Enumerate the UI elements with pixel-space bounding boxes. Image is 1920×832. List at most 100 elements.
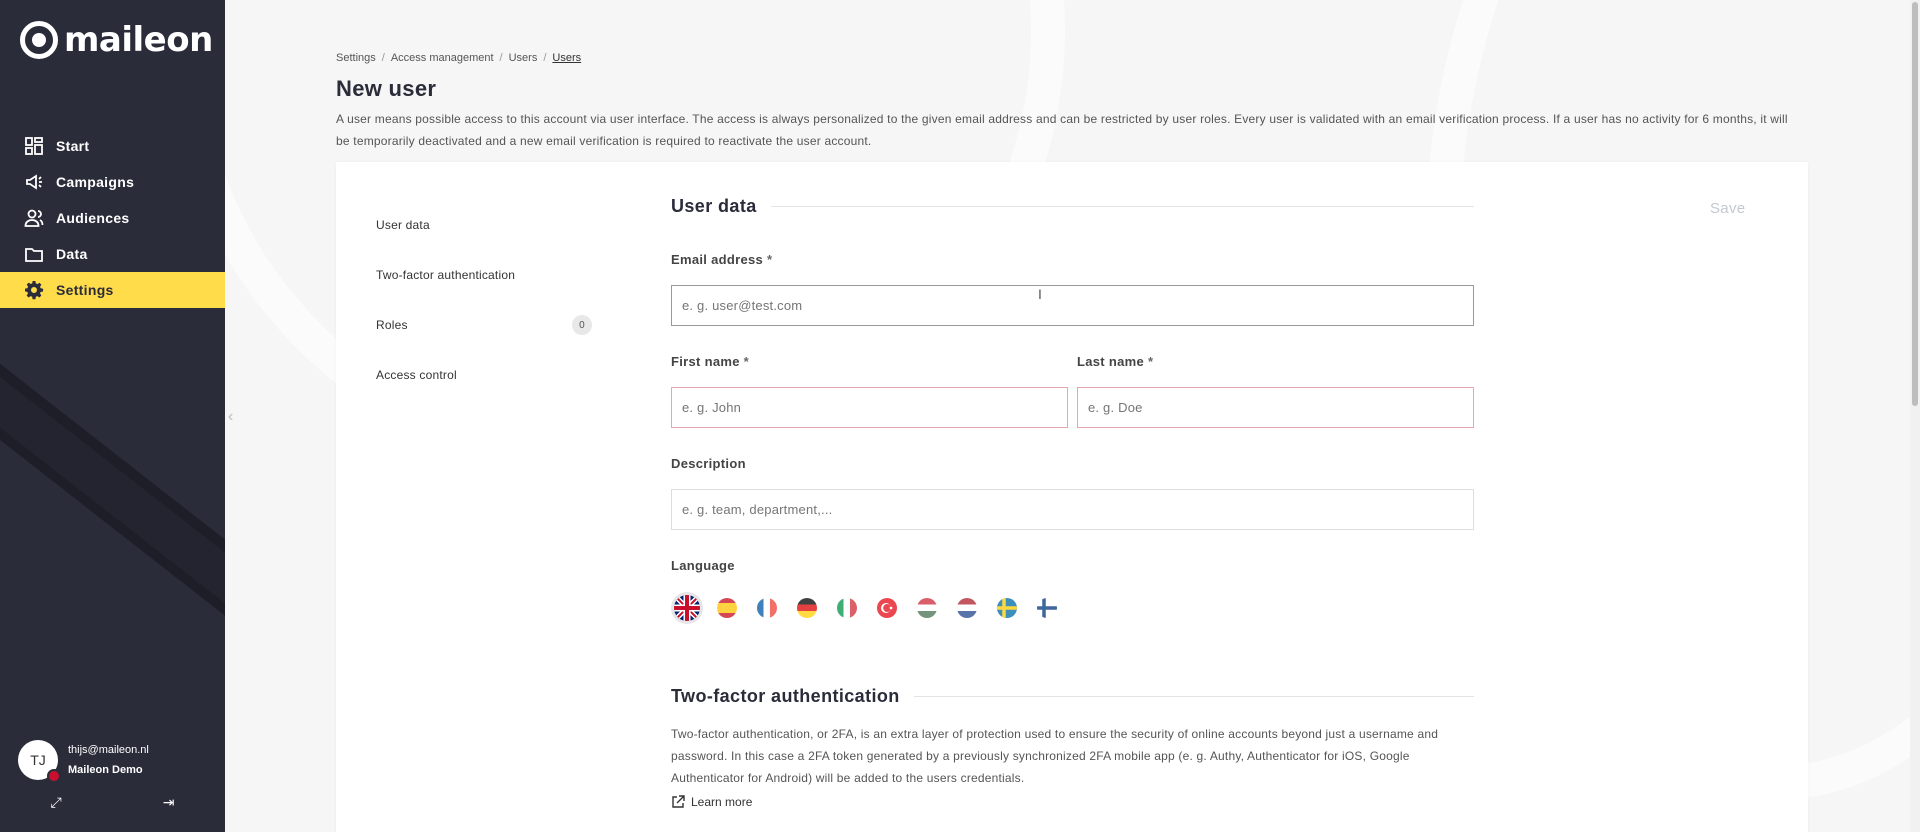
maileon-logo-icon xyxy=(20,21,58,59)
email-label: Email address * xyxy=(671,252,772,267)
last-name-field[interactable] xyxy=(1077,387,1474,428)
required-marker: * xyxy=(743,354,750,369)
breadcrumb-item[interactable]: Access management xyxy=(391,52,494,64)
page-description: A user means possible access to this acc… xyxy=(336,112,1788,148)
megaphone-icon xyxy=(26,174,42,190)
collapse-sidebar-icon[interactable]: ‹ xyxy=(228,408,233,426)
page-scrollbar[interactable] xyxy=(1910,0,1920,832)
language-option-de[interactable] xyxy=(791,592,823,624)
main-nav: Start Campaigns Audiences Data Settings xyxy=(0,128,225,308)
external-link-icon xyxy=(672,795,685,808)
language-picker xyxy=(671,592,1063,624)
page-title: New user xyxy=(336,76,437,101)
language-option-hu[interactable] xyxy=(911,592,943,624)
email-label-text: Email address xyxy=(671,252,764,267)
text-cursor-icon: I xyxy=(1038,286,1042,302)
language-label-text: Language xyxy=(671,558,735,573)
scrollbar-thumb[interactable] xyxy=(1912,2,1918,406)
sidebar-item-data[interactable]: Data xyxy=(0,236,225,272)
france-flag-icon xyxy=(757,598,777,618)
language-option-it[interactable] xyxy=(831,592,863,624)
section-nav-user-data[interactable]: User data xyxy=(376,200,592,250)
description-label-text: Description xyxy=(671,456,746,471)
first-name-label: First name * xyxy=(671,354,749,369)
language-label: Language xyxy=(671,558,735,573)
description-field[interactable] xyxy=(671,489,1474,530)
breadcrumb-item[interactable]: Settings xyxy=(336,52,376,64)
language-option-fi[interactable] xyxy=(1031,592,1063,624)
section-nav-roles[interactable]: Roles 0 xyxy=(376,300,592,350)
section-nav-label: Access control xyxy=(376,368,457,382)
breadcrumb-separator: / xyxy=(543,52,547,64)
sidebar-item-audiences[interactable]: Audiences xyxy=(0,200,225,236)
maileon-logo[interactable]: maileon xyxy=(20,20,213,60)
uk-flag-icon xyxy=(674,595,700,621)
finland-flag-icon xyxy=(1037,598,1057,618)
user-email: thijs@maileon.nl xyxy=(68,744,149,756)
last-name-label-text: Last name xyxy=(1077,354,1145,369)
learn-more-link[interactable]: Learn more xyxy=(671,795,752,809)
email-field[interactable] xyxy=(671,285,1474,326)
sidebar-footer: ⤢ ⇥ xyxy=(0,794,225,811)
first-name-label-text: First name xyxy=(671,354,740,369)
user-meta: thijs@maileon.nl Maileon Demo xyxy=(68,740,149,780)
italy-flag-icon xyxy=(837,598,857,618)
section-nav-label: Roles xyxy=(376,318,408,332)
language-option-fr[interactable] xyxy=(751,592,783,624)
sidebar-item-label: Start xyxy=(56,138,90,154)
language-option-tr[interactable] xyxy=(871,592,903,624)
logo-text: maileon xyxy=(64,20,213,60)
sweden-flag-icon xyxy=(997,598,1017,618)
avatar: TJ xyxy=(18,740,61,783)
first-name-field[interactable] xyxy=(671,387,1068,428)
language-option-sv[interactable] xyxy=(991,592,1023,624)
people-icon xyxy=(24,209,44,227)
netherlands-flag-icon xyxy=(957,598,977,618)
user-data-section-header: User data xyxy=(671,196,1474,217)
description-label: Description xyxy=(671,456,746,471)
language-option-es[interactable] xyxy=(711,592,743,624)
account-name: Maileon Demo xyxy=(68,764,143,776)
breadcrumb-item[interactable]: Users xyxy=(509,52,538,64)
section-nav-label: Two-factor authentication xyxy=(376,268,516,282)
sidebar-decoration xyxy=(0,330,225,621)
section-nav-access-control[interactable]: Access control xyxy=(376,350,592,400)
breadcrumb: Settings / Access management / Users / U… xyxy=(336,52,581,64)
logout-icon[interactable]: ⇥ xyxy=(163,794,175,811)
learn-more-label: Learn more xyxy=(691,795,753,809)
two-factor-description: Two-factor authentication, or 2FA, is an… xyxy=(671,727,1439,785)
sidebar-item-label: Settings xyxy=(56,282,114,298)
germany-flag-icon xyxy=(797,598,817,618)
sidebar-item-label: Campaigns xyxy=(56,174,135,190)
language-option-nl[interactable] xyxy=(951,592,983,624)
sidebar: maileon Start Campaigns Audiences Data S… xyxy=(0,0,225,832)
section-divider xyxy=(770,206,1474,207)
uk-flag-icon xyxy=(47,769,61,783)
sidebar-item-campaigns[interactable]: Campaigns xyxy=(0,164,225,200)
dashboard-icon xyxy=(25,137,43,155)
breadcrumb-separator: / xyxy=(499,52,503,64)
roles-count-badge: 0 xyxy=(572,315,592,335)
turkey-flag-icon xyxy=(877,598,897,618)
section-divider xyxy=(913,696,1474,697)
required-marker: * xyxy=(766,252,773,267)
breadcrumb-current[interactable]: Users xyxy=(552,52,581,64)
required-marker: * xyxy=(1147,354,1154,369)
section-title: User data xyxy=(671,196,757,216)
section-title: Two-factor authentication xyxy=(671,686,900,706)
breadcrumb-separator: / xyxy=(381,52,385,64)
section-nav-label: User data xyxy=(376,218,430,232)
gear-icon xyxy=(25,281,44,300)
hungary-flag-icon xyxy=(917,598,937,618)
language-option-en[interactable] xyxy=(671,592,703,624)
save-button[interactable]: Save xyxy=(1710,200,1745,217)
section-nav-two-factor[interactable]: Two-factor authentication xyxy=(376,250,592,300)
user-profile[interactable]: TJ thijs@maileon.nl Maileon Demo xyxy=(18,740,149,783)
sidebar-item-label: Data xyxy=(56,246,88,262)
expand-icon[interactable]: ⤢ xyxy=(51,794,62,811)
sidebar-item-start[interactable]: Start xyxy=(0,128,225,164)
section-nav: User data Two-factor authentication Role… xyxy=(376,200,592,400)
last-name-label: Last name * xyxy=(1077,354,1153,369)
sidebar-item-settings[interactable]: Settings xyxy=(0,272,225,308)
two-factor-section-header: Two-factor authentication xyxy=(671,686,1474,707)
